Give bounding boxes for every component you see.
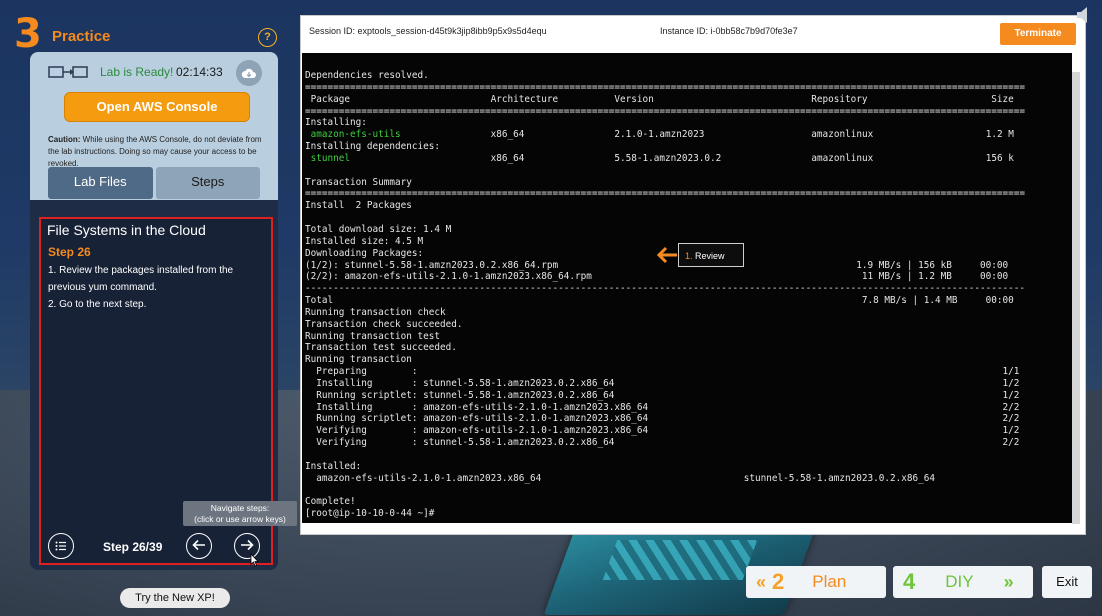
terminal-line: stunnel x86_64 5.58-1.amzn2023.0.2 amazo… <box>310 152 1014 164</box>
tab-lab-files[interactable]: Lab Files <box>48 167 153 199</box>
session-id: Session ID: exptools_session-d45t9k3jip8… <box>309 26 547 36</box>
terminal-line: Preparing : 1/1 <box>305 366 1020 378</box>
terminal-line: Installing : amazon-efs-utils-2.1.0-1.am… <box>305 401 1020 413</box>
terminal-line: ----------------------------------------… <box>305 283 1026 295</box>
open-aws-console-button[interactable]: Open AWS Console <box>64 92 250 122</box>
terminal-line: ========================================… <box>305 105 1026 117</box>
callout-number: 1. <box>685 251 693 261</box>
background-platform-pattern <box>602 540 758 580</box>
double-chevron-right-icon: » <box>1003 571 1014 592</box>
list-icon <box>55 541 66 551</box>
terminal-line: Total 7.8 MB/s | 1.4 MB 00:00 <box>305 295 1014 307</box>
navigate-steps-tooltip: Navigate steps: (click or use arrow keys… <box>183 501 297 526</box>
caution-text: Caution: While using the AWS Console, do… <box>48 134 270 170</box>
plan-nav-button[interactable]: « 2 Plan <box>746 566 886 598</box>
package-name: amazon-efs-utils <box>310 129 401 141</box>
terminal-line: ========================================… <box>305 188 1026 200</box>
cloud-icon <box>241 68 256 78</box>
exit-button[interactable]: Exit <box>1042 566 1092 598</box>
diy-nav-button[interactable]: 4 DIY » <box>893 566 1033 598</box>
try-new-xp-button[interactable]: Try the New XP! <box>120 588 230 608</box>
terminal-line: Transaction test succeeded. <box>305 342 457 354</box>
previous-step-button[interactable] <box>186 533 212 559</box>
caution-message: While using the AWS Console, do not devi… <box>48 135 262 168</box>
cloud-download-button[interactable] <box>236 60 262 86</box>
terminal-line: Running transaction <box>305 354 412 366</box>
instance-id: Instance ID: i-0bb58c7b9d70fe3e7 <box>660 26 798 36</box>
terminal-line: Total download size: 1.4 M <box>305 223 452 235</box>
arrow-right-icon <box>241 539 254 551</box>
terminal-line: amazon-efs-utils-2.1.0-1.amzn2023.x86_64… <box>305 472 936 484</box>
terminal-line: Transaction check succeeded. <box>305 318 463 330</box>
terminal-line: Transaction Summary <box>305 176 412 188</box>
diy-number: 4 <box>903 569 916 594</box>
diy-label: DIY <box>945 572 974 591</box>
terminal-line: Installing dependencies: <box>305 141 441 153</box>
arrow-left-icon <box>192 539 205 551</box>
speaker-icon[interactable] <box>1076 6 1090 24</box>
terminal-line: ========================================… <box>305 81 1026 93</box>
step-instructions: 1. Review the packages installed from th… <box>48 262 260 313</box>
tooltip-title: Navigate steps: <box>210 503 270 513</box>
lab-status-text: Lab is Ready! <box>100 65 174 79</box>
terminal-text: Dependencies resolved. ==================… <box>305 70 1025 520</box>
step-item: 2. Go to the next step. <box>48 299 147 310</box>
step-number-label: Step 26 <box>48 245 91 259</box>
steps-section-title: File Systems in the Cloud <box>47 222 206 238</box>
terminal-line: Dependencies resolved. <box>305 70 429 81</box>
terminate-button[interactable]: Terminate <box>1000 23 1076 45</box>
plan-label: Plan <box>812 572 847 591</box>
terminal-line: Running scriptlet: amazon-efs-utils-2.1.… <box>305 413 1020 425</box>
double-chevron-left-icon: « <box>756 571 767 592</box>
tooltip-hint: (click or use arrow keys) <box>194 514 286 524</box>
mouse-cursor-icon <box>250 553 259 567</box>
terminal-line: Running transaction test <box>305 330 441 342</box>
section-title: Practice <box>52 28 111 45</box>
terminal-line: [root@ip-10-10-0-44 ~]# <box>305 508 435 520</box>
plan-number: 2 <box>772 569 785 594</box>
terminal-line: Install 2 Packages <box>305 200 412 212</box>
package-name: stunnel <box>310 152 351 164</box>
lab-connection-icon <box>48 66 88 78</box>
terminal-line: (2/2): amazon-efs-utils-2.1.0-1.amzn2023… <box>305 271 1009 283</box>
terminal-line: Verifying : amazon-efs-utils-2.1.0-1.amz… <box>305 425 1020 437</box>
terminal-line: Installed: <box>305 460 362 472</box>
terminal-output[interactable]: Dependencies resolved. ==================… <box>302 53 1072 523</box>
terminal-line: Running scriptlet: stunnel-5.58-1.amzn20… <box>305 389 1020 401</box>
help-button[interactable]: ? <box>258 28 277 47</box>
terminal-scrollbar[interactable] <box>1072 72 1080 524</box>
panel-tabs: Lab Files Steps <box>48 167 260 199</box>
terminal-line: Installing: <box>305 117 367 129</box>
terminal-line: Complete! <box>305 496 356 508</box>
lab-timer: 02:14:33 <box>176 65 223 79</box>
terminal-line: Verifying : stunnel-5.58-1.amzn2023.0.2.… <box>305 437 1020 449</box>
step-counter: Step 26/39 <box>103 540 163 554</box>
section-number: 3 <box>14 11 42 57</box>
tab-steps[interactable]: Steps <box>155 167 260 199</box>
arrow-left-callout-icon <box>656 246 677 264</box>
step-item: 1. Review the packages installed from th… <box>48 265 234 293</box>
caution-label: Caution: <box>48 135 81 144</box>
review-callout: 1. Review <box>678 243 744 267</box>
terminal-line: Package Architecture Version Repository … <box>305 93 1014 105</box>
steps-list-button[interactable] <box>48 533 74 559</box>
terminal-line: Installing : stunnel-5.58-1.amzn2023.0.2… <box>305 377 1020 389</box>
terminal-line: amazon-efs-utils x86_64 2.1.0-1.amzn2023… <box>310 129 1014 141</box>
terminal-line: Running transaction check <box>305 306 446 318</box>
callout-text: Review <box>695 251 725 261</box>
